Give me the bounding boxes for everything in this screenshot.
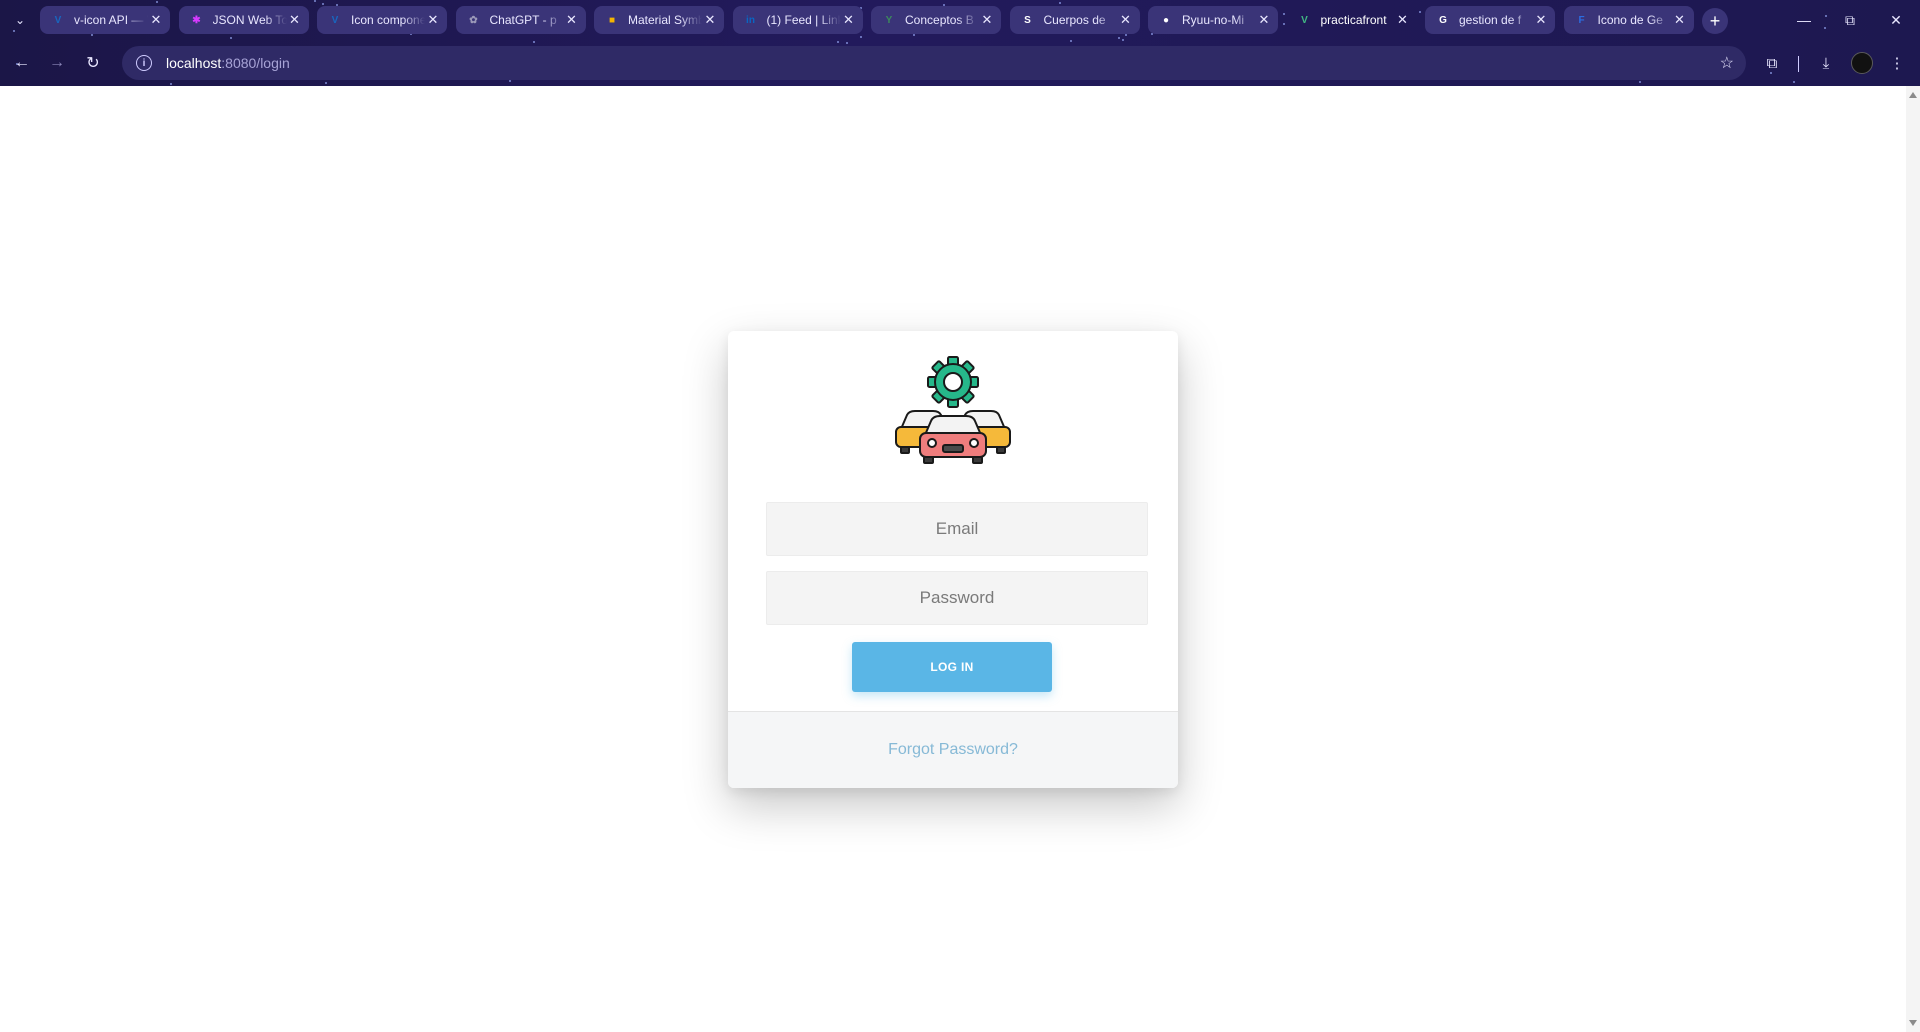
s-icon: S: [1024, 14, 1031, 26]
close-tab-icon[interactable]: ✕: [425, 12, 441, 28]
forward-arrow-icon[interactable]: →: [44, 50, 70, 76]
url-text[interactable]: localhost:8080/login: [166, 55, 290, 71]
reload-icon[interactable]: ↻: [80, 50, 106, 76]
theme-star: [1070, 40, 1072, 42]
browser-tab[interactable]: ✿ ChatGPT - p ✕: [455, 6, 586, 34]
close-tab-icon[interactable]: ✕: [564, 12, 580, 28]
close-tab-icon[interactable]: ✕: [841, 12, 857, 28]
browser-tab[interactable]: Ggestion de f ✕: [1425, 6, 1555, 34]
close-tab-icon[interactable]: ✕: [979, 12, 995, 28]
close-tab-icon[interactable]: ✕: [702, 12, 718, 28]
browser-tab[interactable]: ■ Material Symbols✕: [594, 6, 724, 34]
card-footer: Forgot Password?: [728, 711, 1178, 788]
theme-star: [837, 41, 839, 43]
browser-chrome: ⌄ Vv-icon API — Vuetify✕✱JSON Web Tokens…: [0, 0, 1920, 86]
jwt-icon: ✱: [192, 14, 201, 26]
theme-star: [170, 83, 172, 85]
y-icon: Y: [885, 14, 893, 26]
google-fonts-icon: ■: [608, 14, 616, 26]
close-tab-icon[interactable]: ✕: [148, 12, 164, 28]
chatgpt-icon: ✿: [469, 14, 478, 26]
close-tab-icon[interactable]: ✕: [1672, 12, 1688, 28]
browser-tab[interactable]: F Icono de Ge ✕: [1563, 6, 1694, 34]
tab-strip: ⌄ Vv-icon API — Vuetify✕✱JSON Web Tokens…: [0, 0, 1920, 40]
browser-tab[interactable]: S Cuerpos de ✕: [1009, 6, 1140, 34]
tab-title: (1) Feed | LinkedIn: [766, 13, 841, 27]
kebab-menu-icon[interactable]: ⋮: [1884, 50, 1910, 76]
download-icon[interactable]: ⤓: [1813, 50, 1839, 76]
tab-title: Icon component — Vuetify: [351, 13, 425, 27]
close-window-icon[interactable]: ✕: [1876, 4, 1916, 36]
site-info-icon[interactable]: i: [136, 55, 152, 71]
tab-title: practicafront: [1320, 13, 1387, 27]
browser-tab[interactable]: ✱ JSON Web Tokens✕: [178, 6, 309, 34]
google-icon: G: [1439, 14, 1447, 26]
page-viewport: LOG IN Forgot Password?: [0, 86, 1906, 1032]
new-tab-button[interactable]: +: [1702, 8, 1728, 34]
back-arrow-icon[interactable]: ←: [9, 50, 35, 76]
browser-tab[interactable]: in (1) Feed | LinkedIn✕: [732, 6, 863, 34]
url-path: :8080/login: [221, 55, 290, 71]
tab-title: JSON Web Tokens: [212, 13, 287, 27]
extensions-icon[interactable]: ⧉: [1759, 50, 1785, 76]
address-bar[interactable]: i localhost:8080/login ☆: [122, 46, 1746, 80]
car-fleet-gear-logo-icon: [895, 356, 1011, 464]
linkedin-icon: in: [746, 14, 755, 26]
profile-avatar[interactable]: [1851, 52, 1873, 74]
scroll-down-arrow-icon[interactable]: [1909, 1020, 1917, 1026]
close-tab-icon[interactable]: ✕: [1533, 12, 1549, 28]
vuetify-icon: V: [331, 14, 339, 26]
github-icon: ●: [1162, 14, 1170, 26]
browser-tab[interactable]: Y Conceptos B ✕: [871, 6, 1001, 34]
browser-tab[interactable]: Vv-icon API — Vuetify✕: [40, 6, 170, 34]
close-tab-icon[interactable]: ✕: [1256, 12, 1272, 28]
login-card: LOG IN Forgot Password?: [728, 331, 1178, 788]
tab-title: ChatGPT - p: [489, 13, 557, 27]
tab-title: Cuerpos de: [1043, 13, 1106, 27]
browser-toolbar: ← → ↻ i localhost:8080/login ☆ ⧉ ⤓ ⋮: [0, 44, 1920, 82]
page-scrollbar[interactable]: [1906, 86, 1920, 1032]
f-icon: F: [1578, 14, 1585, 26]
scroll-up-arrow-icon[interactable]: [1909, 92, 1917, 98]
tab-title: Icono de Ge: [1597, 13, 1663, 27]
theme-star: [533, 41, 535, 43]
tab-title: Conceptos B: [905, 13, 974, 27]
vuetify-icon: V: [54, 14, 62, 26]
tab-search-chevron-icon[interactable]: ⌄: [8, 8, 32, 32]
browser-tab[interactable]: Vpracticafront ✕: [1287, 6, 1417, 34]
toolbar-divider: [1798, 56, 1799, 72]
browser-tab[interactable]: ● Ryuu-no-Mi ✕: [1148, 6, 1278, 34]
forgot-password-link[interactable]: Forgot Password?: [888, 741, 1018, 759]
url-host: localhost: [166, 55, 222, 71]
login-button[interactable]: LOG IN: [852, 642, 1052, 692]
tab-title: gestion de f: [1459, 13, 1522, 27]
restore-icon[interactable]: ⧉: [1830, 4, 1870, 36]
tab-title: Material Symbols: [628, 13, 702, 27]
browser-tab[interactable]: V Icon component — Vuetify✕: [317, 6, 447, 34]
close-tab-icon[interactable]: ✕: [287, 12, 303, 28]
tab-title: v-icon API — Vuetify: [74, 13, 148, 27]
close-tab-icon[interactable]: ✕: [1118, 12, 1134, 28]
close-tab-icon[interactable]: ✕: [1395, 12, 1411, 28]
theme-star: [325, 82, 327, 84]
tab-title: Ryuu-no-Mi: [1182, 13, 1245, 27]
email-field[interactable]: [766, 502, 1148, 556]
vue-icon: V: [1301, 14, 1308, 26]
password-field[interactable]: [766, 571, 1148, 625]
bookmark-star-icon[interactable]: ☆: [1720, 53, 1734, 73]
minimize-icon[interactable]: —: [1784, 4, 1824, 36]
